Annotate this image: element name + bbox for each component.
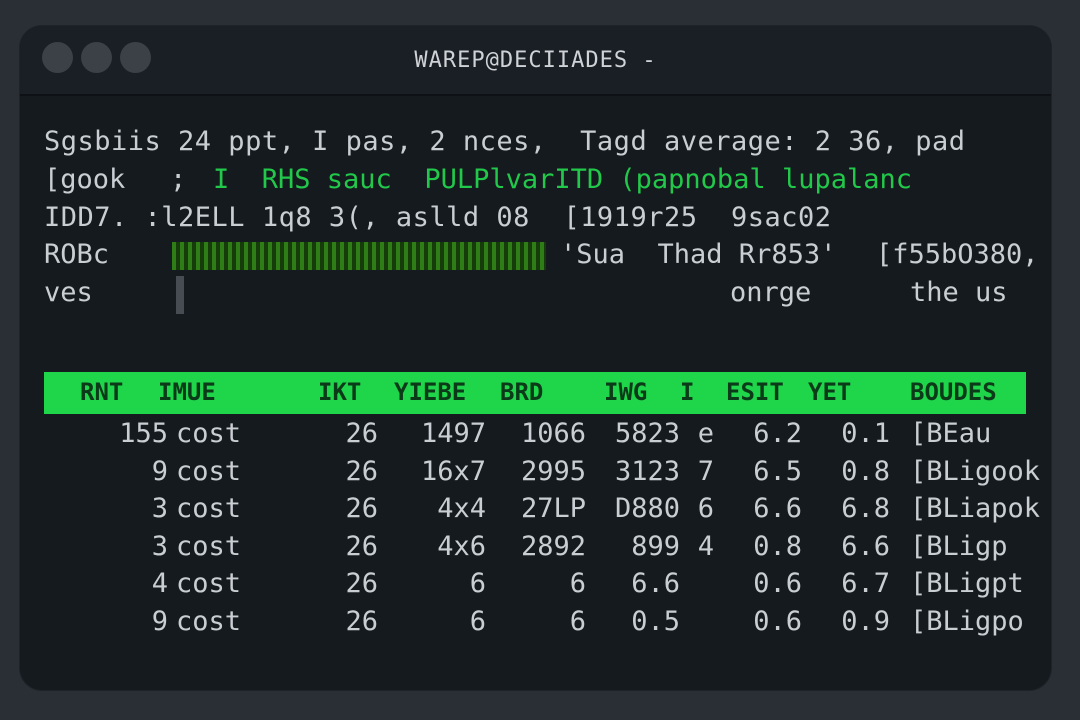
cell-col8: 0.8 — [753, 530, 802, 562]
summary-line-5-value: the us — [910, 277, 1008, 308]
column-header-7[interactable]: I — [680, 378, 694, 406]
cell-command: [BEau — [910, 418, 992, 449]
title-bar: WAREP@DECIIADES - — [20, 26, 1051, 96]
cell-col3: 26 — [345, 568, 378, 599]
summary-line-2-status: I RHS sauc PULPlvarITD (papnobal lupalan… — [213, 164, 912, 195]
summary-line-5-info: onrge — [730, 277, 812, 308]
cell-col9: 6.7 — [841, 568, 890, 599]
column-header-4[interactable]: YIEBE — [394, 378, 466, 406]
cell-col3: 26 — [345, 418, 378, 449]
cell-col5: 2995 — [520, 455, 586, 487]
cell-col4: 6 — [469, 568, 486, 599]
usage-progress-bar — [172, 242, 546, 270]
table-row[interactable]: 3 cost 26 4x4 27LP D880 6 6.6 6.8 [BLiapok — [20, 493, 1051, 529]
summary-line-2-label: [gook — [44, 164, 126, 195]
cell-name: cost — [176, 455, 242, 487]
column-header-5[interactable]: BRD — [500, 378, 543, 406]
cell-col4: 4x6 — [437, 530, 486, 562]
cell-command: [BLigook — [910, 455, 1041, 487]
window-title: WAREP@DECIIADES - — [414, 48, 657, 73]
cell-pid: 155 — [119, 418, 168, 449]
column-header-pid[interactable]: RNT — [80, 378, 123, 406]
cell-command: [BLigp — [910, 530, 1008, 562]
cell-col9: 6.8 — [841, 493, 890, 524]
cell-col5: 1066 — [520, 418, 586, 449]
summary-line-4-info: 'Sua Thad Rr853' — [560, 239, 837, 270]
summary-line-5-label: ves — [44, 277, 93, 308]
cell-name: cost — [176, 418, 242, 449]
terminal-window: WAREP@DECIIADES - Sgsbiis 24 ppt, I pas,… — [20, 26, 1051, 690]
cell-col5: 6 — [569, 605, 586, 637]
cell-name: cost — [176, 605, 242, 637]
summary-line-2-separator: ; — [170, 164, 187, 195]
cell-col6: D880 — [614, 493, 680, 524]
cell-pid: 3 — [151, 493, 168, 524]
cell-col9: 0.8 — [841, 455, 890, 487]
cell-name: cost — [176, 530, 242, 562]
summary-line-4-label: ROBc — [44, 239, 110, 270]
cell-col4: 6 — [469, 605, 486, 637]
cell-pid: 9 — [151, 605, 168, 637]
column-header-9[interactable]: YET — [808, 378, 851, 406]
cell-col3: 26 — [345, 605, 378, 637]
cell-col4: 1497 — [420, 418, 486, 449]
cell-col5: 6 — [569, 568, 586, 599]
cell-col7: 6 — [697, 493, 714, 524]
cell-col9: 0.9 — [841, 605, 890, 637]
cell-col6: 3123 — [614, 455, 680, 487]
column-header-8[interactable]: ESIT — [726, 378, 784, 406]
cell-col3: 26 — [345, 493, 378, 524]
table-row[interactable]: 3 cost 26 4x6 2892 899 4 0.8 6.6 [BLigp — [20, 531, 1051, 567]
cell-pid: 9 — [151, 455, 168, 487]
cell-command: [BLigpo — [910, 605, 1024, 637]
cell-pid: 3 — [151, 530, 168, 562]
table-row[interactable]: 9 cost 26 16x7 2995 3123 7 6.5 0.8 [BLigook — [20, 456, 1051, 492]
column-header-command[interactable]: BOUDES — [910, 378, 997, 406]
process-table-header: RNT IMUE IKT YIEBE BRD IWG I ESIT YET BO… — [44, 372, 1026, 414]
table-row[interactable]: 155 cost 26 1497 1066 5823 e 6.2 0.1 [BEau — [20, 418, 1051, 454]
cell-col9: 6.6 — [841, 530, 890, 562]
cell-col3: 26 — [345, 530, 378, 562]
summary-line-4-value: [f55bO380, — [876, 239, 1039, 270]
table-row[interactable]: 4 cost 26 6 6 6.6 0.6 6.7 [BLigpt — [20, 568, 1051, 604]
cell-col5: 27LP — [520, 493, 586, 524]
cell-command: [BLigpt — [910, 568, 1024, 599]
cell-pid: 4 — [151, 568, 168, 599]
cell-col8: 6.6 — [753, 493, 802, 524]
terminal-output[interactable]: Sgsbiis 24 ppt, I pas, 2 nces, Tagd aver… — [20, 96, 1051, 690]
cell-col8: 6.2 — [753, 418, 802, 449]
cell-col6: 6.6 — [631, 568, 680, 599]
cell-col6: 5823 — [614, 418, 680, 449]
cell-col8: 0.6 — [753, 605, 802, 637]
cell-col4: 16x7 — [420, 455, 486, 487]
cell-col7: e — [697, 418, 714, 449]
summary-line-3: IDD7. :l2ELL 1q8 3(, aslld 08 [1919r25 9… — [44, 202, 832, 233]
cell-col8: 0.6 — [753, 568, 802, 599]
cell-col9: 0.1 — [841, 418, 890, 449]
cell-col4: 4x4 — [437, 493, 486, 524]
cell-col5: 2892 — [520, 530, 586, 562]
summary-line-1: Sgsbiis 24 ppt, I pas, 2 nces, Tagd aver… — [44, 126, 966, 157]
cell-col7: 7 — [697, 455, 714, 487]
column-header-name[interactable]: IMUE — [158, 378, 216, 406]
cell-name: cost — [176, 568, 242, 599]
text-cursor — [176, 276, 184, 314]
cell-col6: 0.5 — [631, 605, 680, 637]
cell-col8: 6.5 — [753, 455, 802, 487]
cell-col6: 899 — [631, 530, 680, 562]
cell-command: [BLiapok — [910, 493, 1041, 524]
cell-name: cost — [176, 493, 242, 524]
cell-col3: 26 — [345, 455, 378, 487]
column-header-3[interactable]: IKT — [318, 378, 361, 406]
cell-col7: 4 — [697, 530, 714, 562]
table-row[interactable]: 9 cost 26 6 6 0.5 0.6 0.9 [BLigpo — [20, 606, 1051, 642]
column-header-6[interactable]: IWG — [604, 378, 647, 406]
